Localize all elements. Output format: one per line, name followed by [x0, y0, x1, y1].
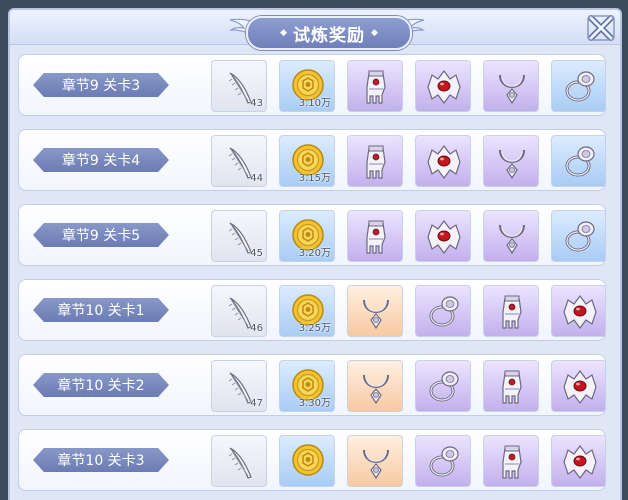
reward-row: 章节10 关卡1 46 3.25万: [18, 279, 606, 341]
reward-slot[interactable]: [347, 60, 403, 112]
window-title: 试炼奖励: [293, 25, 365, 46]
reward-slot[interactable]: 47: [211, 360, 267, 412]
stage-label: 章节9 关卡3: [33, 73, 169, 97]
reward-slot[interactable]: [415, 210, 471, 262]
item-count: 3.25万: [298, 323, 331, 334]
reward-slot[interactable]: [415, 360, 471, 412]
reward-slot[interactable]: 43: [211, 60, 267, 112]
item-count: 3.15万: [298, 173, 331, 184]
reward-items: 44 3.15万: [211, 135, 605, 187]
stage-label: 章节10 关卡2: [33, 373, 169, 397]
reward-list[interactable]: 章节9 关卡3 43 3.10万章节9 关卡4 44 3.15万章节9 关卡5 45 3.2…: [18, 54, 608, 500]
reward-slot[interactable]: 3.20万: [279, 210, 335, 262]
reward-slot[interactable]: [483, 210, 539, 262]
reward-slot[interactable]: 3.30万: [279, 360, 335, 412]
diamond-ornament-icon: ◆: [280, 28, 287, 38]
reward-row: 章节10 关卡3: [18, 429, 606, 491]
reward-row: 章节10 关卡2 47 3.30万: [18, 354, 606, 416]
reward-slot[interactable]: [551, 210, 605, 262]
reward-slot[interactable]: [551, 435, 605, 487]
reward-row: 章节9 关卡4 44 3.15万: [18, 129, 606, 191]
reward-slot[interactable]: 45: [211, 210, 267, 262]
stage-label: 章节10 关卡3: [33, 448, 169, 472]
reward-slot[interactable]: [551, 60, 605, 112]
reward-slot[interactable]: [551, 360, 605, 412]
reward-slot[interactable]: [483, 135, 539, 187]
reward-slot[interactable]: [415, 285, 471, 337]
diamond-ornament-icon: ◆: [371, 28, 378, 38]
reward-slot[interactable]: [211, 435, 267, 487]
item-count: 47: [250, 398, 263, 409]
close-x-icon: [587, 15, 615, 41]
reward-slot[interactable]: [279, 435, 335, 487]
reward-slot[interactable]: 44: [211, 135, 267, 187]
title-banner: ◆ 试炼奖励 ◆: [229, 12, 425, 52]
reward-slot[interactable]: [551, 285, 605, 337]
reward-slot[interactable]: 3.15万: [279, 135, 335, 187]
stage-label: 章节10 关卡1: [33, 298, 169, 322]
item-count: 44: [250, 173, 263, 184]
reward-items: 46 3.25万: [211, 285, 605, 337]
reward-items: [211, 435, 605, 487]
reward-slot[interactable]: [415, 435, 471, 487]
reward-slot[interactable]: [483, 360, 539, 412]
item-count: 3.10万: [298, 98, 331, 109]
stage-label: 章节9 关卡4: [33, 148, 169, 172]
item-count: 3.30万: [298, 398, 331, 409]
item-count: 3.20万: [298, 248, 331, 259]
reward-slot[interactable]: [347, 435, 403, 487]
reward-slot[interactable]: [347, 210, 403, 262]
item-count: 45: [250, 248, 263, 259]
reward-slot[interactable]: [415, 135, 471, 187]
reward-slot[interactable]: [483, 285, 539, 337]
reward-items: 47 3.30万: [211, 360, 605, 412]
reward-slot[interactable]: [415, 60, 471, 112]
reward-slot[interactable]: [483, 435, 539, 487]
reward-slot[interactable]: [347, 135, 403, 187]
reward-row: 章节9 关卡5 45 3.20万: [18, 204, 606, 266]
reward-slot[interactable]: 3.10万: [279, 60, 335, 112]
reward-slot[interactable]: [483, 60, 539, 112]
reward-slot[interactable]: 46: [211, 285, 267, 337]
reward-slot[interactable]: [551, 135, 605, 187]
item-count: 43: [250, 98, 263, 109]
reward-row: 章节9 关卡3 43 3.10万: [18, 54, 606, 116]
reward-items: 45 3.20万: [211, 210, 605, 262]
reward-slot[interactable]: [347, 285, 403, 337]
reward-items: 43 3.10万: [211, 60, 605, 112]
title-plate: ◆ 试炼奖励 ◆: [246, 16, 412, 50]
close-button[interactable]: [586, 14, 616, 42]
stage-label: 章节9 关卡5: [33, 223, 169, 247]
reward-slot[interactable]: 3.25万: [279, 285, 335, 337]
item-count: 46: [250, 323, 263, 334]
reward-slot[interactable]: [347, 360, 403, 412]
